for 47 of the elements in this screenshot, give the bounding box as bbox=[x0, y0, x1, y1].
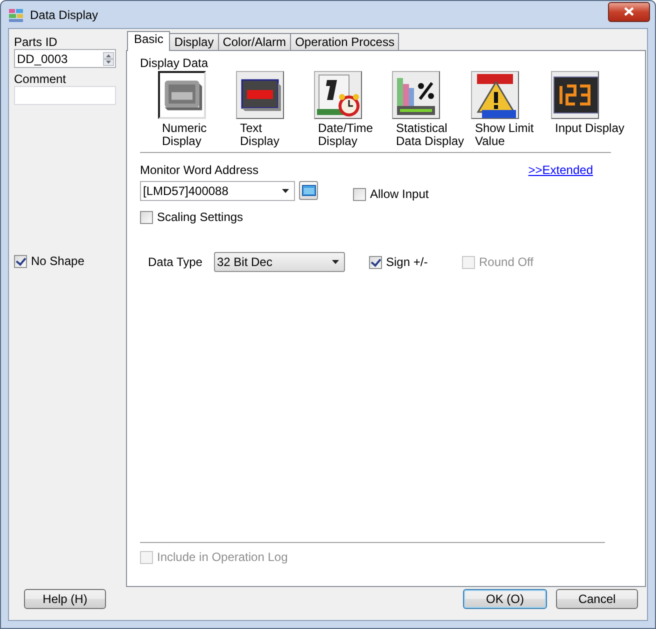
option-label: Show Limit Value bbox=[474, 122, 535, 148]
field-label: Monitor Word Address bbox=[140, 163, 258, 177]
section-title: Display Data bbox=[140, 56, 210, 70]
checkbox[interactable] bbox=[369, 256, 382, 268]
tab[interactable]: Color/Alarm bbox=[218, 33, 292, 50]
option-label: Numeric Display bbox=[161, 122, 208, 148]
extended-link[interactable]: >>Extended bbox=[528, 163, 593, 177]
ok-button[interactable]: OK (O) bbox=[463, 589, 547, 609]
window-title: Data Display bbox=[30, 8, 100, 22]
display-type-button[interactable] bbox=[471, 71, 519, 119]
field-label: Data Type bbox=[148, 255, 204, 269]
display-type-button[interactable] bbox=[314, 71, 362, 119]
spin-field[interactable]: DD_0003 bbox=[14, 49, 116, 68]
checkbox-label: Scaling Settings bbox=[157, 210, 244, 224]
checkbox-label: Include in Operation Log bbox=[157, 550, 288, 564]
checkbox-label: Round Off bbox=[479, 255, 534, 269]
app-icon bbox=[8, 6, 24, 22]
checkbox[interactable] bbox=[14, 254, 27, 268]
comment-field[interactable] bbox=[14, 86, 116, 105]
dropdown-icon bbox=[282, 188, 289, 192]
help-button[interactable]: Help (H) bbox=[24, 589, 106, 609]
address-picker-button[interactable] bbox=[299, 181, 318, 200]
close-icon bbox=[624, 7, 634, 16]
field-label: Comment bbox=[14, 72, 68, 86]
display-type-button[interactable] bbox=[551, 71, 599, 119]
option-label: Input Display bbox=[554, 122, 626, 135]
address-combo[interactable]: [LMD57]400088 bbox=[140, 180, 295, 200]
dropdown-icon bbox=[332, 260, 339, 264]
checkbox-label: No Shape bbox=[31, 254, 84, 268]
display-type-button[interactable] bbox=[392, 71, 440, 119]
checkbox-label: Sign +/- bbox=[386, 255, 428, 269]
checkbox[interactable] bbox=[140, 210, 153, 224]
option-label: Date/Time Display bbox=[317, 122, 374, 148]
option-label: Statistical Data Display bbox=[395, 122, 466, 148]
tab[interactable]: Display bbox=[169, 33, 219, 50]
close-button[interactable] bbox=[608, 2, 650, 22]
cancel-button[interactable]: Cancel bbox=[556, 589, 638, 609]
data-type-combo[interactable]: 32 Bit Dec bbox=[214, 252, 345, 272]
checkbox-label: Allow Input bbox=[370, 187, 429, 201]
checkbox[interactable] bbox=[353, 188, 366, 200]
tab[interactable]: Operation Process bbox=[290, 33, 400, 50]
option-label: Text Display bbox=[239, 122, 280, 148]
calendar-clock-icon bbox=[315, 72, 361, 118]
tab[interactable]: Basic bbox=[127, 31, 170, 51]
field-label: Parts ID bbox=[14, 35, 58, 49]
display-type-button[interactable] bbox=[236, 71, 284, 119]
display-type-button[interactable] bbox=[158, 71, 206, 119]
